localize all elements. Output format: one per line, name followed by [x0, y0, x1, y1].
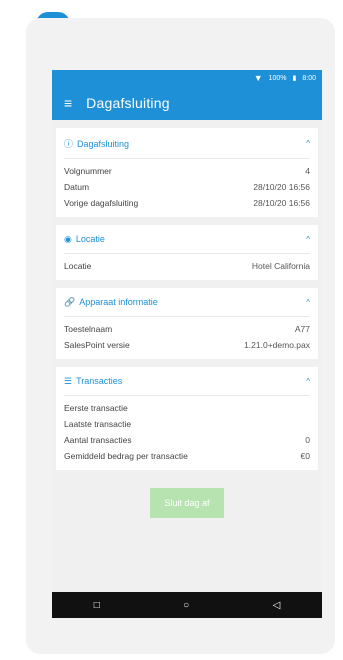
clock: 8:00 — [302, 74, 316, 82]
chevron-up-icon[interactable]: ^ — [306, 235, 310, 244]
battery-level: 100% — [268, 74, 287, 82]
chevron-up-icon[interactable]: ^ — [306, 298, 310, 307]
row-value: 1.21.0+demo.pax — [244, 340, 310, 350]
back-icon[interactable]: ◁ — [273, 600, 281, 611]
section-icon: ◉ — [64, 234, 72, 244]
row-label: Datum — [64, 182, 90, 192]
chevron-up-icon[interactable]: ^ — [306, 377, 310, 386]
close-day-button[interactable]: Sluit dag af — [150, 488, 224, 518]
info-row: Gemiddeld bedrag per transactie €0 — [64, 448, 310, 464]
section-card: ⓘ Dagafsluiting ^ Volgnummer 4 Datum 28/10/20 … — [56, 128, 318, 217]
menu-icon[interactable]: ≡ — [64, 95, 72, 111]
section-title: Locatie — [75, 234, 105, 244]
app-bar: ≡ Dagafsluiting — [52, 86, 322, 120]
row-label: Locatie — [64, 261, 92, 271]
row-label: Gemiddeld bedrag per transactie — [64, 451, 188, 461]
section-header[interactable]: ⓘ Dagafsluiting ^ — [64, 132, 310, 159]
phone-screen: ▼ 100% ▮ 8:00 ≡ Dagafsluiting ⓘ Dagafslui… — [52, 70, 322, 618]
info-row: Aantal transacties 0 — [64, 432, 310, 448]
android-nav-bar: □ ○ ◁ — [52, 592, 322, 618]
section-icon: ⓘ — [64, 139, 74, 149]
section-title-wrap: ⓘ Dagafsluiting — [64, 137, 129, 150]
info-row: Datum 28/10/20 16:56 — [64, 179, 310, 195]
row-value: A77 — [294, 324, 310, 334]
chevron-up-icon[interactable]: ^ — [306, 139, 310, 148]
row-label: Vorige dagafsluiting — [64, 198, 139, 208]
status-bar: ▼ 100% ▮ 8:00 — [52, 70, 322, 86]
row-label: Volgnummer — [64, 166, 112, 176]
section-header[interactable]: ◉ Locatie ^ — [64, 229, 310, 254]
row-label: SalesPoint versie — [64, 340, 130, 350]
section-title: Transacties — [76, 376, 123, 386]
row-value: €0 — [300, 451, 310, 461]
row-value: Hotel California — [251, 261, 310, 271]
recent-apps-icon[interactable]: □ — [94, 600, 100, 611]
section-card: ☰ Transacties ^ Eerste transactie Laatste tr… — [56, 367, 318, 470]
home-icon[interactable]: ○ — [183, 600, 189, 611]
section-title: Dagafsluiting — [77, 139, 130, 149]
section-icon: 🔗 — [64, 297, 76, 307]
info-row: Laatste transactie — [64, 416, 310, 432]
row-value: 28/10/20 16:56 — [253, 198, 310, 208]
section-header[interactable]: ☰ Transacties ^ — [64, 371, 310, 396]
section-icon: ☰ — [64, 376, 73, 386]
info-row: Eerste transactie — [64, 400, 310, 416]
info-row: Locatie Hotel California — [64, 258, 310, 274]
section-title-wrap: ◉ Locatie — [64, 234, 105, 245]
button-wrapper: Sluit dag af — [52, 488, 322, 518]
row-value: 4 — [305, 166, 310, 176]
info-row: Toestelnaam A77 — [64, 321, 310, 337]
info-row: Volgnummer 4 — [64, 163, 310, 179]
section-header[interactable]: 🔗 Apparaat informatie ^ — [64, 292, 310, 317]
row-value: 0 — [305, 435, 310, 445]
sections-container: ⓘ Dagafsluiting ^ Volgnummer 4 Datum 28/10/20 … — [52, 128, 322, 470]
row-label: Aantal transacties — [64, 435, 132, 445]
section-card: 🔗 Apparaat informatie ^ Toestelnaam A77 Sales… — [56, 288, 318, 359]
battery-icon: ▮ — [292, 75, 297, 82]
info-row: Vorige dagafsluiting 28/10/20 16:56 — [64, 195, 310, 211]
row-label: Eerste transactie — [64, 403, 128, 413]
section-title-wrap: 🔗 Apparaat informatie — [64, 297, 158, 308]
section-title-wrap: ☰ Transacties — [64, 376, 122, 387]
section-card: ◉ Locatie ^ Locatie Hotel California — [56, 225, 318, 280]
wifi-icon: ▼ — [253, 73, 263, 83]
row-value: 28/10/20 16:56 — [253, 182, 310, 192]
row-label: Laatste transactie — [64, 419, 132, 429]
page-title: Dagafsluiting — [86, 95, 170, 111]
section-title: Apparaat informatie — [79, 297, 158, 307]
row-label: Toestelnaam — [64, 324, 113, 334]
info-row: SalesPoint versie 1.21.0+demo.pax — [64, 337, 310, 353]
